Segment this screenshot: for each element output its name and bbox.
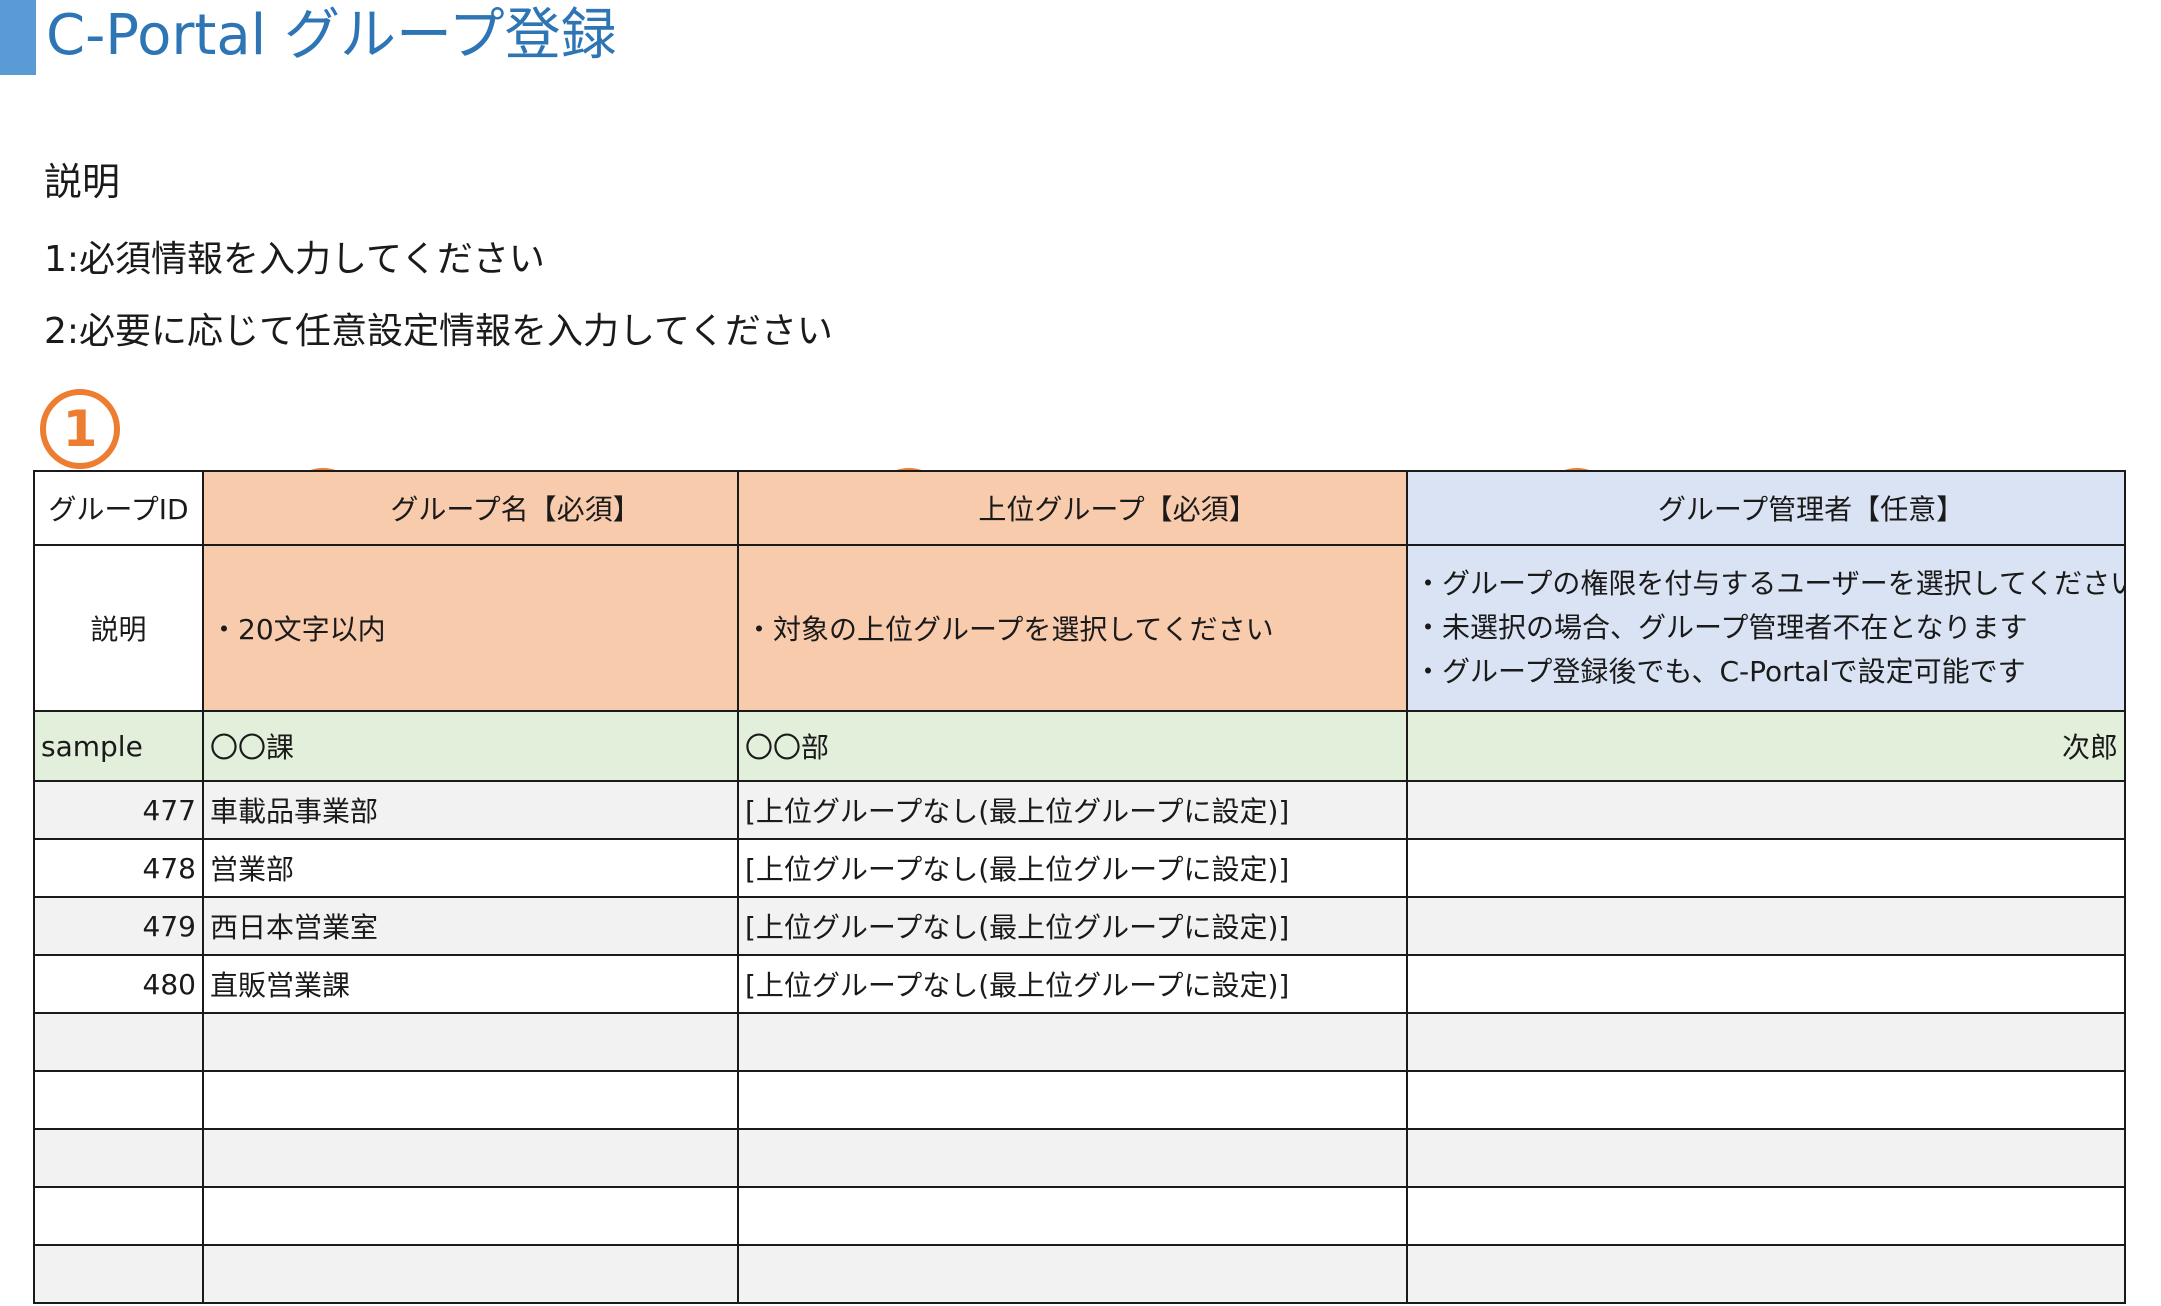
parent-group-cell[interactable]: [上位グループなし(最上位グループに設定)] <box>737 838 1408 898</box>
group-id-cell[interactable] <box>33 1012 204 1072</box>
explanation-admin-line-2: ・未選択の場合、グループ管理者不在となります <box>1414 611 2028 644</box>
header-parent-group: 上位グループ【必須】 <box>737 470 1408 546</box>
group-id-cell[interactable]: 480 <box>33 954 204 1014</box>
table-row[interactable]: 480 直販営業課 [上位グループなし(最上位グループに設定)] <box>33 954 2126 1014</box>
group-id-cell[interactable]: 479 <box>33 896 204 956</box>
parent-group-cell[interactable]: [上位グループなし(最上位グループに設定)] <box>737 780 1408 840</box>
group-id-cell[interactable] <box>33 1128 204 1188</box>
table-row[interactable] <box>33 1244 2126 1304</box>
table-row[interactable]: 478 営業部 [上位グループなし(最上位グループに設定)] <box>33 838 2126 898</box>
parent-group-cell[interactable]: [上位グループなし(最上位グループに設定)] <box>737 896 1408 956</box>
group-admin-cell[interactable] <box>1406 1244 2126 1304</box>
table-row[interactable] <box>33 1128 2126 1188</box>
parent-group-cell[interactable] <box>737 1070 1408 1130</box>
header-row: グループID グループ名【必須】 上位グループ【必須】 グループ管理者【任意】 <box>33 470 2126 546</box>
explanation-label: 説明 <box>33 544 204 712</box>
group-name-cell[interactable] <box>202 1244 739 1304</box>
explanation-group-name: ・20文字以内 <box>202 544 739 712</box>
parent-group-cell[interactable] <box>737 1128 1408 1188</box>
parent-group-cell[interactable] <box>737 1244 1408 1304</box>
badge-1: 1 <box>40 389 120 469</box>
parent-group-cell[interactable] <box>737 1186 1408 1246</box>
group-name-cell[interactable]: 西日本営業室 <box>202 896 739 956</box>
group-id-cell[interactable] <box>33 1186 204 1246</box>
group-id-cell[interactable]: 477 <box>33 780 204 840</box>
sample-row: sample 〇〇課 〇〇部 次郎 <box>33 710 2126 782</box>
table-row[interactable] <box>33 1186 2126 1246</box>
group-name-cell[interactable] <box>202 1186 739 1246</box>
header-group-admin-label: グループ管理者【任意】 <box>1657 493 1965 526</box>
group-name-cell[interactable]: 車載品事業部 <box>202 780 739 840</box>
description-heading: 説明 <box>44 160 121 204</box>
header-parent-group-label: 上位グループ【必須】 <box>978 493 1257 526</box>
header-group-admin: グループ管理者【任意】 <box>1406 470 2126 546</box>
description-line-1: 1:必須情報を入力してください <box>44 239 545 280</box>
group-name-cell[interactable] <box>202 1070 739 1130</box>
group-name-cell[interactable]: 直販営業課 <box>202 954 739 1014</box>
page-title: C-Portal グループ登録 <box>46 3 617 68</box>
explanation-admin-line-1: ・グループの権限を付与するユーザーを選択してください <box>1414 567 2125 600</box>
explanation-parent-group: ・対象の上位グループを選択してください <box>737 544 1408 712</box>
group-admin-cell[interactable] <box>1406 896 2126 956</box>
group-admin-cell[interactable] <box>1406 954 2126 1014</box>
sample-parent-group: 〇〇部 <box>737 710 1408 782</box>
table-row[interactable] <box>33 1012 2126 1072</box>
explanation-row: 説明 ・20文字以内 ・対象の上位グループを選択してください ・グループの権限を… <box>33 544 2126 712</box>
explanation-group-admin: ・グループの権限を付与するユーザーを選択してください ・未選択の場合、グループ管… <box>1406 544 2126 712</box>
header-group-id: グループID <box>33 470 204 546</box>
group-admin-cell[interactable] <box>1406 838 2126 898</box>
header-group-name-label: グループ名【必須】 <box>390 493 641 526</box>
group-name-cell[interactable]: 営業部 <box>202 838 739 898</box>
description-line-2: 2:必要に応じて任意設定情報を入力してください <box>44 311 833 352</box>
group-admin-cell[interactable] <box>1406 1012 2126 1072</box>
group-name-cell[interactable] <box>202 1012 739 1072</box>
title-accent-bar <box>0 0 36 75</box>
parent-group-cell[interactable]: [上位グループなし(最上位グループに設定)] <box>737 954 1408 1014</box>
group-admin-cell[interactable] <box>1406 780 2126 840</box>
table-row[interactable]: 477 車載品事業部 [上位グループなし(最上位グループに設定)] <box>33 780 2126 840</box>
group-registration-table: グループID グループ名【必須】 上位グループ【必須】 グループ管理者【任意】 … <box>33 470 2126 1304</box>
group-id-cell[interactable] <box>33 1244 204 1304</box>
header-group-name: グループ名【必須】 <box>202 470 739 546</box>
group-name-cell[interactable] <box>202 1128 739 1188</box>
table-row[interactable] <box>33 1070 2126 1130</box>
sample-group-name: 〇〇課 <box>202 710 739 782</box>
group-id-cell[interactable] <box>33 1070 204 1130</box>
sample-label: sample <box>33 710 204 782</box>
group-id-cell[interactable]: 478 <box>33 838 204 898</box>
table-row[interactable]: 479 西日本営業室 [上位グループなし(最上位グループに設定)] <box>33 896 2126 956</box>
explanation-admin-line-3: ・グループ登録後でも、C-Portalで設定可能です <box>1414 655 2026 688</box>
group-admin-cell[interactable] <box>1406 1186 2126 1246</box>
group-admin-cell[interactable] <box>1406 1070 2126 1130</box>
sample-group-admin: 次郎 <box>1406 710 2126 782</box>
parent-group-cell[interactable] <box>737 1012 1408 1072</box>
group-admin-cell[interactable] <box>1406 1128 2126 1188</box>
